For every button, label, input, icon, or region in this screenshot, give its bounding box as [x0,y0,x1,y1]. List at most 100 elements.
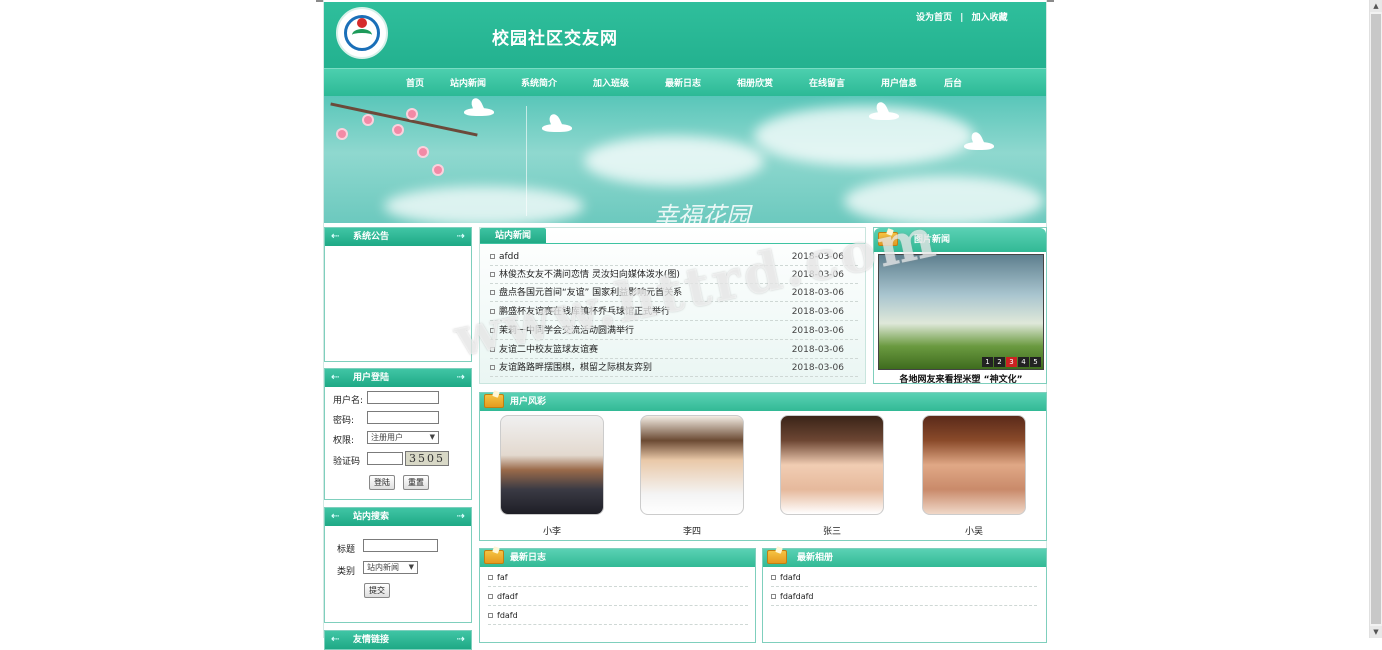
arrow-left-icon: ⇠ [331,372,340,383]
book-icon [484,394,504,408]
news-tab[interactable]: 站内新闻 [480,228,546,244]
album-title: 最新相册 [797,553,834,563]
user-name[interactable]: 李四 [640,524,744,537]
captcha-input[interactable] [367,452,403,465]
search-category-select[interactable]: 站内新闻 ▼ [363,561,418,574]
announcement-box: ⇠ 系统公告 ⇢ [324,227,472,362]
add-favorite-link[interactable]: 加入收藏 [972,13,1008,23]
news-row[interactable]: 鹏盛杯友谊赛在钱库镇杯乔乓球馆正式举行 2018-03-06 [490,303,858,321]
search-header: ⇠ 站内搜索 ⇢ [325,508,471,526]
avatar[interactable] [780,415,884,515]
role-select[interactable]: 注册用户 ▼ [367,431,439,444]
bullet-icon [490,309,495,314]
avatar[interactable] [640,415,744,515]
friend-links-header: ⇠ 友情链接 ⇢ [325,631,471,649]
password-input[interactable] [367,411,439,424]
news-title[interactable]: 友谊路路畔摆围棋，棋留之际棋友弈别 [499,359,652,377]
site-logo[interactable] [336,7,388,59]
blossom-icon [364,116,372,124]
nav-latest-blog[interactable]: 最新日志 [665,76,701,89]
news-row[interactable]: afdd 2018-03-06 [490,248,858,266]
blog-item[interactable]: faf [497,569,508,587]
reset-button[interactable]: 重置 [403,475,429,490]
album-item[interactable]: fdafdafd [780,588,814,606]
blossom-icon [338,130,346,138]
bullet-icon [771,575,776,580]
user-name[interactable]: 小李 [500,524,604,537]
avatar[interactable] [922,415,1026,515]
news-title[interactable]: 盘点各国元首间“友谊” 国家利益影响元首关系 [499,284,682,302]
bullet-icon [490,365,495,370]
bullet-icon [771,594,776,599]
users-title: 用户风彩 [510,397,547,407]
photo-page-5[interactable]: 5 [1030,357,1041,367]
blog-row[interactable]: fdafd [488,607,748,625]
blossom-icon [434,166,442,174]
news-row[interactable]: 盘点各国元首间“友谊” 国家利益影响元首关系 2018-03-06 [490,284,858,302]
news-row[interactable]: 林俊杰女友不满问恋情 灵汝妇向媒体泼水(图) 2018-03-06 [490,266,858,284]
nav-join-class[interactable]: 加入班级 [593,76,629,89]
scrollbar-thumb[interactable] [1371,14,1381,624]
news-row[interactable]: 友谊路路畔摆围棋，棋留之际棋友弈别 2018-03-06 [490,359,858,377]
login-header: ⇠ 用户登陆 ⇢ [325,369,471,387]
arrow-left-icon: ⇠ [331,511,340,522]
news-date: 2018-03-06 [791,270,844,280]
nav-album[interactable]: 相册欣赏 [737,76,773,89]
photo-news-image[interactable]: 12345 [878,254,1044,370]
photo-page-3[interactable]: 3 [1006,357,1017,367]
news-title[interactable]: afdd [499,248,519,266]
news-row[interactable]: 茉莉一中同学会交流活动圆满举行 2018-03-06 [490,322,858,340]
photo-page-4[interactable]: 4 [1018,357,1029,367]
captcha-image[interactable]: 3505 [405,451,449,466]
nav-intro[interactable]: 系统简介 [521,76,557,89]
search-category-label: 类别 [337,567,356,577]
photo-news-caption[interactable]: 各地网友来看捏米塑 “神文化” [874,372,1048,385]
search-title: 站内搜索 [353,512,390,522]
search-submit-button[interactable]: 提交 [364,583,390,598]
photo-news-title: 图片新闻 [914,235,951,245]
arrow-right-icon: ⇢ [456,372,465,383]
news-date: 2018-03-06 [791,252,844,262]
blog-item[interactable]: fdafd [497,607,518,625]
login-box: ⇠ 用户登陆 ⇢ 用户名: 密码: 权限: 注册用户 ▼ 验证码 3505 登陆… [324,368,472,500]
news-title[interactable]: 林俊杰女友不满问恋情 灵汝妇向媒体泼水(图) [499,266,680,284]
blog-header: 最新日志 [480,549,755,567]
blog-item[interactable]: dfadf [497,588,518,606]
nav-user-info[interactable]: 用户信息 [881,76,917,89]
book-icon [767,550,787,564]
users-header: 用户风彩 [480,393,1046,411]
album-item[interactable]: fdafd [780,569,801,587]
blog-box: 最新日志 faf dfadf fdafd [479,548,756,643]
blog-row[interactable]: faf [488,569,748,587]
album-row[interactable]: fdafdafd [771,588,1037,606]
news-date: 2018-03-06 [791,288,844,298]
scroll-down-icon[interactable]: ▼ [1370,626,1382,638]
user-name[interactable]: 张三 [780,524,884,537]
search-title-input[interactable] [363,539,438,552]
album-row[interactable]: fdafd [771,569,1037,587]
users-box: 用户风彩 小李 李四 张三 小吴 [479,392,1047,541]
login-button[interactable]: 登陆 [369,475,395,490]
arrow-left-icon: ⇠ [331,634,340,645]
avatar[interactable] [500,415,604,515]
nav-news[interactable]: 站内新闻 [450,76,486,89]
vertical-scrollbar[interactable]: ▲ ▼ [1369,0,1382,638]
set-home-link[interactable]: 设为首页 [916,13,952,23]
blog-row[interactable]: dfadf [488,588,748,606]
logo-person-icon [357,18,367,28]
news-date: 2018-03-06 [791,363,844,373]
arrow-left-icon: ⇠ [331,231,340,242]
photo-page-2[interactable]: 2 [994,357,1005,367]
news-title[interactable]: 鹏盛杯友谊赛在钱库镇杯乔乓球馆正式举行 [499,303,670,321]
news-title[interactable]: 友谊二中校友篮球友谊赛 [499,341,598,359]
news-title[interactable]: 茉莉一中同学会交流活动圆满举行 [499,322,634,340]
nav-guestbook[interactable]: 在线留言 [809,76,845,89]
username-input[interactable] [367,391,439,404]
nav-admin[interactable]: 后台 [944,76,962,89]
photo-page-1[interactable]: 1 [982,357,993,367]
news-row[interactable]: 友谊二中校友篮球友谊赛 2018-03-06 [490,341,858,359]
news-date: 2018-03-06 [791,345,844,355]
user-name[interactable]: 小吴 [922,524,1026,537]
scroll-up-icon[interactable]: ▲ [1370,0,1382,12]
nav-home[interactable]: 首页 [406,76,424,89]
